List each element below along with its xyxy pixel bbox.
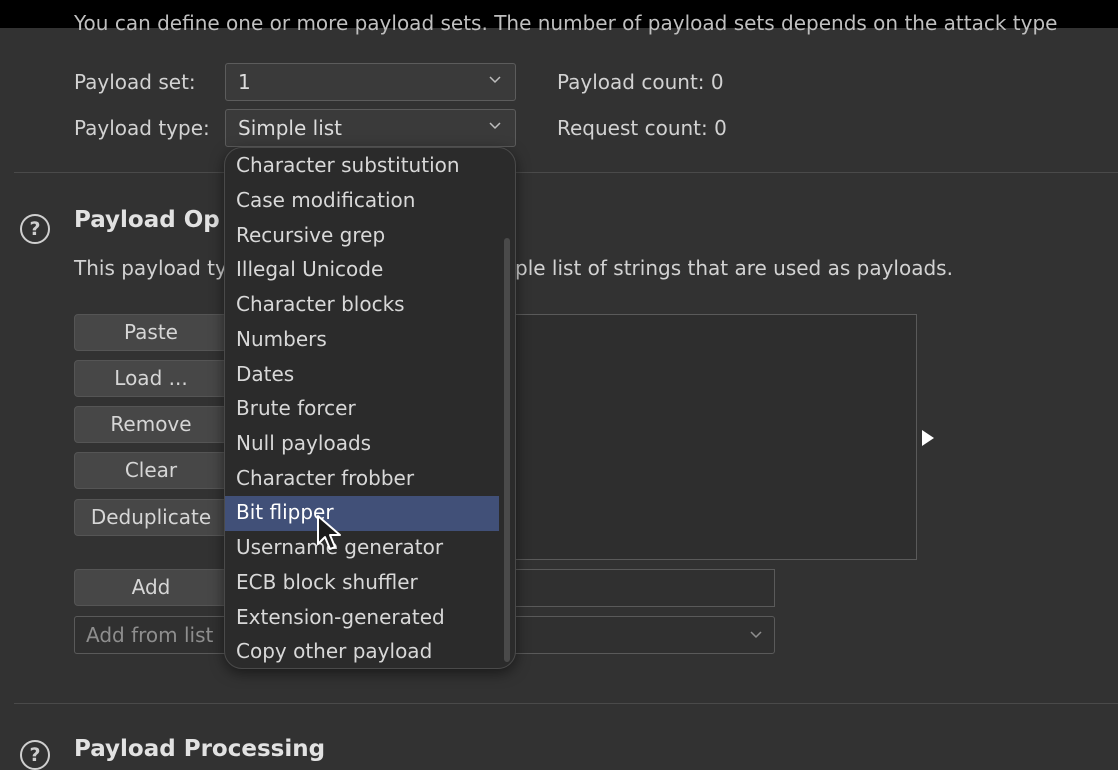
dropdown-item[interactable]: Illegal Unicode (225, 253, 499, 288)
dropdown-item[interactable]: ECB block shuffler (225, 566, 499, 601)
dropdown-item[interactable]: Null payloads (225, 427, 499, 462)
dropdown-item-selected[interactable]: Bit flipper (225, 496, 499, 531)
request-count-label: Request count: 0 (557, 116, 727, 140)
dropdown-item[interactable]: Copy other payload (225, 635, 499, 668)
section-divider (14, 703, 1118, 704)
payload-type-select[interactable]: Simple list (225, 109, 516, 147)
deduplicate-button[interactable]: Deduplicate (74, 499, 248, 536)
payload-count-label: Payload count: 0 (557, 70, 724, 94)
payload-set-select[interactable]: 1 (225, 63, 516, 101)
payload-type-label: Payload type: (74, 116, 210, 140)
add-from-list-placeholder: Add from list (86, 623, 214, 647)
chevron-down-icon (750, 631, 762, 639)
payload-list[interactable] (470, 314, 917, 560)
payload-options-description: This payload ty (74, 256, 227, 280)
payload-options-title: Payload Op (74, 207, 220, 233)
add-button[interactable]: Add (74, 569, 248, 606)
payload-type-value: Simple list (238, 116, 343, 140)
paste-button[interactable]: Paste (74, 314, 248, 351)
dropdown-item[interactable]: Username generator (225, 531, 499, 566)
payload-set-value: 1 (238, 70, 251, 94)
expand-arrow-icon[interactable] (921, 429, 935, 447)
dropdown-item[interactable]: Brute forcer (225, 392, 499, 427)
section-divider (14, 172, 1118, 173)
chevron-down-icon (489, 122, 501, 130)
dropdown-item[interactable]: Dates (225, 358, 499, 393)
remove-button[interactable]: Remove (74, 406, 248, 443)
help-circle-icon[interactable]: ? (20, 214, 50, 244)
payload-options-description-tail: ple list of strings that are used as pay… (515, 256, 953, 280)
payload-processing-title: Payload Processing (74, 736, 326, 762)
payload-set-label: Payload set: (74, 70, 196, 94)
chevron-down-icon (489, 76, 501, 84)
payload-sets-description: You can define one or more payload sets.… (74, 11, 1058, 35)
mouse-pointer-icon (317, 515, 341, 550)
dropdown-item[interactable]: Character frobber (225, 462, 499, 497)
help-circle-icon[interactable]: ? (20, 740, 50, 770)
dropdown-item[interactable]: Recursive grep (225, 219, 499, 254)
payload-type-dropdown[interactable]: Character substitution Case modification… (224, 147, 516, 669)
dropdown-scrollbar[interactable] (504, 238, 510, 662)
clear-button[interactable]: Clear (74, 452, 248, 489)
dropdown-item[interactable]: Extension-generated (225, 601, 499, 636)
dropdown-item[interactable]: Character blocks (225, 288, 499, 323)
load-button[interactable]: Load ... (74, 360, 248, 397)
dropdown-item[interactable]: Character substitution (225, 149, 499, 184)
dropdown-item[interactable]: Case modification (225, 184, 499, 219)
dropdown-item[interactable]: Numbers (225, 323, 499, 358)
